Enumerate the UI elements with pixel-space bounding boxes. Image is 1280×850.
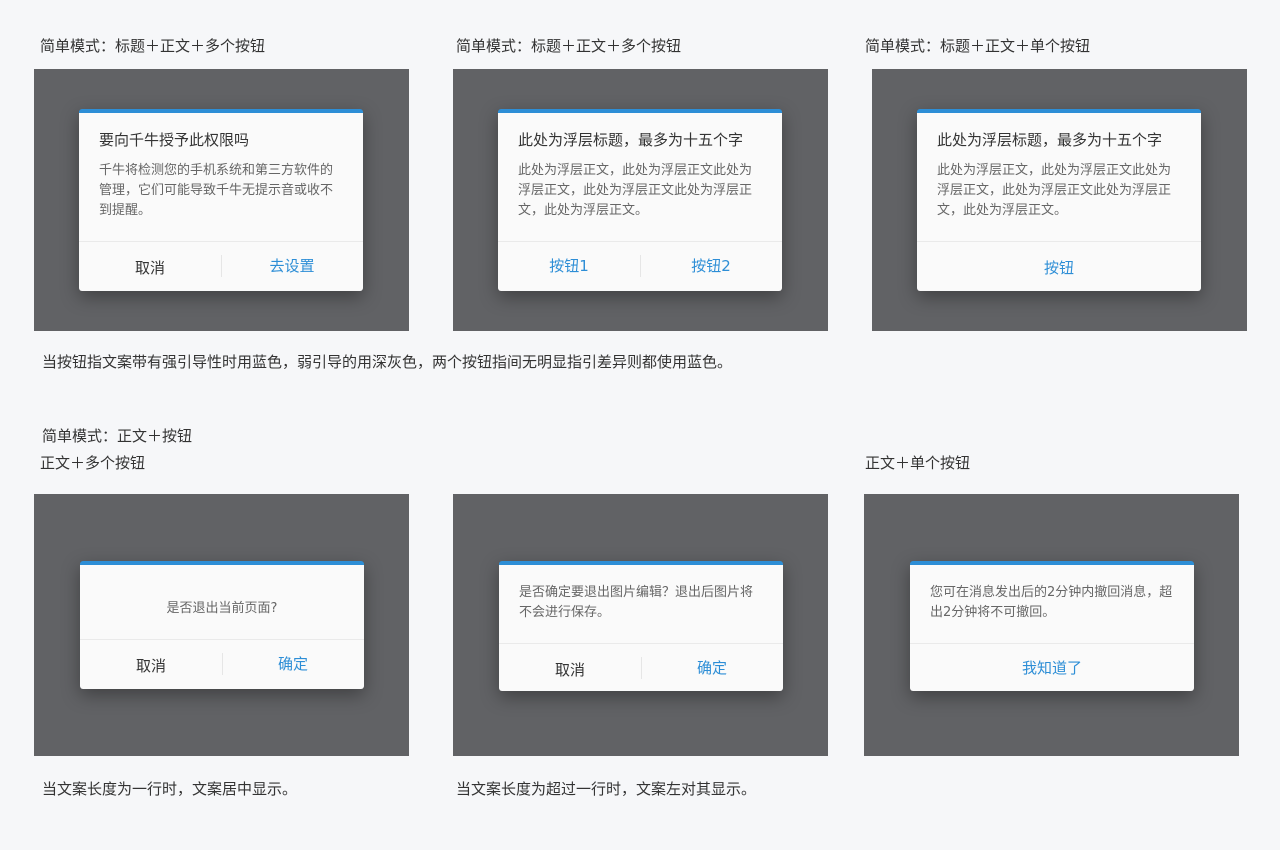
dialog-title: 要向千牛授予此权限吗 [99, 131, 250, 149]
section-label-title-body-multi-buttons-1: 简单模式：标题＋正文＋多个按钮 [40, 37, 266, 55]
dialog-divider [80, 639, 364, 640]
dialog-recall-message: 您可在消息发出后的2分钟内撤回消息，超出2分钟将不可撤回。 我知道了 [910, 561, 1194, 691]
overlay-panel: 您可在消息发出后的2分钟内撤回消息，超出2分钟将不可撤回。 我知道了 [864, 494, 1239, 756]
dialog-body: 此处为浮层正文，此处为浮层正文此处为浮层正文，此处为浮层正文此处为浮层正文，此处… [937, 163, 1172, 218]
dialog-permission: 要向千牛授予此权限吗 千牛将检测您的手机系统和第三方软件的管理，它们可能导致千牛… [79, 109, 363, 291]
cancel-button[interactable]: 取消 [79, 257, 221, 279]
button-2[interactable]: 按钮2 [640, 255, 782, 277]
section-label-title-body-single-button: 简单模式：标题＋正文＋单个按钮 [865, 37, 1091, 55]
dialog-divider [910, 643, 1194, 644]
dialog-body: 是否确定要退出图片编辑？退出后图片将不会进行保存。 [519, 585, 754, 620]
dialog-body: 此处为浮层正文，此处为浮层正文此处为浮层正文，此处为浮层正文此处为浮层正文，此处… [518, 163, 753, 218]
note-multi-line-left-aligned: 当文案长度为超过一行时，文案左对其显示。 [456, 780, 757, 798]
dialog-body: 您可在消息发出后的2分钟内撤回消息，超出2分钟将不可撤回。 [930, 585, 1173, 620]
dialog-title: 此处为浮层标题，最多为十五个字 [518, 131, 744, 149]
dialog-two-buttons: 此处为浮层标题，最多为十五个字 此处为浮层正文，此处为浮层正文此处为浮层正文，此… [498, 109, 782, 291]
got-it-button[interactable]: 我知道了 [910, 657, 1194, 679]
dialog-single-button: 此处为浮层标题，最多为十五个字 此处为浮层正文，此处为浮层正文此处为浮层正文，此… [917, 109, 1201, 291]
dialog-divider [917, 241, 1201, 242]
note-single-line-centered: 当文案长度为一行时，文案居中显示。 [42, 780, 298, 798]
section-label-body-single-button: 正文＋单个按钮 [865, 454, 971, 472]
dialog-divider [79, 241, 363, 242]
button-1[interactable]: 按钮1 [498, 255, 640, 277]
overlay-panel: 是否确定要退出图片编辑？退出后图片将不会进行保存。 取消 确定 [453, 494, 828, 756]
section-label-body-multi-buttons: 正文＋多个按钮 [40, 454, 146, 472]
confirm-button[interactable]: 确定 [641, 657, 783, 679]
dialog-title: 此处为浮层标题，最多为十五个字 [937, 131, 1163, 149]
dialog-body: 是否退出当前页面? [166, 601, 278, 616]
dialog-divider [499, 643, 783, 644]
single-button[interactable]: 按钮 [917, 257, 1201, 279]
overlay-panel: 是否退出当前页面? 取消 确定 [34, 494, 409, 756]
overlay-panel: 此处为浮层标题，最多为十五个字 此处为浮层正文，此处为浮层正文此处为浮层正文，此… [453, 69, 828, 331]
confirm-button[interactable]: 确定 [222, 653, 364, 675]
section-label-title-body-multi-buttons-2: 简单模式：标题＋正文＋多个按钮 [456, 37, 682, 55]
cancel-button[interactable]: 取消 [80, 655, 222, 677]
dialog-body: 千牛将检测您的手机系统和第三方软件的管理，它们可能导致千牛无提示音或收不到提醒。 [99, 163, 334, 218]
overlay-panel: 此处为浮层标题，最多为十五个字 此处为浮层正文，此处为浮层正文此处为浮层正文，此… [872, 69, 1247, 331]
go-settings-button[interactable]: 去设置 [221, 255, 363, 277]
dialog-exit-image-edit: 是否确定要退出图片编辑？退出后图片将不会进行保存。 取消 确定 [499, 561, 783, 691]
dialog-divider [498, 241, 782, 242]
section-label-body-buttons: 简单模式：正文＋按钮 [42, 427, 193, 445]
dialog-exit-page: 是否退出当前页面? 取消 确定 [80, 561, 364, 689]
note-button-color-guidance: 当按钮指文案带有强引导性时用蓝色，弱引导的用深灰色，两个按钮指间无明显指引差异则… [42, 353, 733, 371]
overlay-panel: 要向千牛授予此权限吗 千牛将检测您的手机系统和第三方软件的管理，它们可能导致千牛… [34, 69, 409, 331]
cancel-button[interactable]: 取消 [499, 659, 641, 681]
